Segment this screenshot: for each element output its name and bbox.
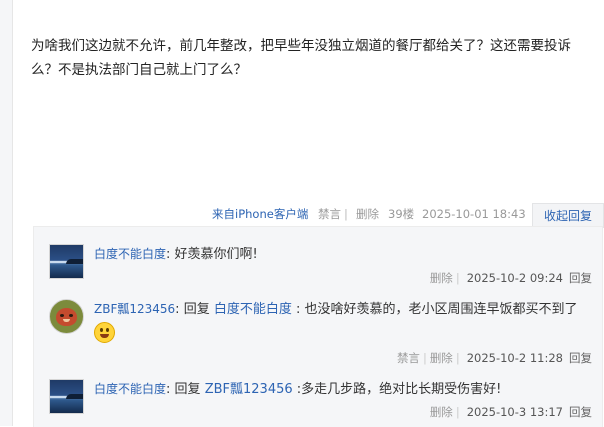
reply-username[interactable]: 白度不能白度	[94, 382, 166, 396]
delete-link[interactable]: 删除	[430, 405, 453, 419]
reply-button[interactable]: 回复	[569, 405, 592, 419]
reply-meta: 删除 | 2025-10-3 13:17 回复	[429, 405, 592, 419]
reply-time: 2025-10-3 13:17	[466, 405, 563, 419]
reply-time: 2025-10-2 09:24	[466, 271, 563, 285]
reply-target-username[interactable]: ZBF瓢123456	[205, 382, 293, 397]
reply-target-username[interactable]: 白度不能白度	[214, 302, 292, 317]
collapse-reply-button[interactable]: 收起回复	[532, 203, 604, 228]
separator: |	[344, 207, 348, 221]
delete-link[interactable]: 删除	[430, 351, 453, 365]
left-sidebar-strip	[0, 0, 13, 426]
reply-text: 白度不能白度: 回复 ZBF瓢123456 :多走几步路，绝对比长期受伤害好!	[94, 382, 502, 397]
reply-content: :多走几步路，绝对比长期受伤害好!	[296, 382, 502, 397]
reply-time: 2025-10-2 11:28	[466, 351, 563, 365]
floor-number: 39楼	[388, 207, 415, 221]
reply-meta: 删除 | 2025-10-2 09:24 回复	[429, 271, 592, 285]
reply-username[interactable]: ZBF瓢123456	[94, 302, 175, 316]
reply-word: 回复	[183, 302, 210, 317]
avatar[interactable]	[49, 244, 84, 279]
delete-link[interactable]: 删除	[430, 271, 453, 285]
post-time: 2025-10-01 18:43	[422, 207, 526, 221]
reply-button[interactable]: 回复	[569, 351, 592, 365]
reply-username[interactable]: 白度不能白度	[94, 247, 166, 261]
pig-avatar	[56, 308, 77, 326]
ban-link[interactable]: 禁言	[318, 204, 341, 224]
reply-word: 回复	[174, 382, 201, 397]
post-content: 为啥我们这边就不允许，前几年整改，把早些年没独立烟道的餐厅都给关了？这还需要投诉…	[31, 38, 571, 78]
reply-text: 白度不能白度: 好羡慕你们啊!	[94, 247, 258, 262]
reply-list: 白度不能白度: 好羡慕你们啊! 删除 | 2025-10-2 09:24 回复 ZBF…	[33, 226, 603, 427]
delete-link[interactable]: 删除	[356, 204, 379, 224]
post-tail: 来自iPhone客户端 禁言 | 删除 39楼 2025-10-01 18:43	[180, 204, 592, 224]
grin-emoji-icon	[94, 322, 115, 343]
avatar[interactable]	[49, 379, 84, 414]
reply-button[interactable]: 回复	[569, 271, 592, 285]
reply-content: 好羡慕你们啊!	[174, 247, 258, 262]
avatar[interactable]	[49, 299, 84, 334]
ban-link[interactable]: 禁言	[397, 351, 420, 365]
reply-content: : 也没啥好羡慕的，老小区周围连早饭都买不到了	[296, 302, 578, 317]
client-source-link[interactable]: 来自iPhone客户端	[212, 204, 308, 224]
reply-meta: 禁言 | 删除 | 2025-10-2 11:28 回复	[396, 351, 592, 365]
reply-text: ZBF瓢123456: 回复 白度不能白度 : 也没啥好羡慕的，老小区周围连早饭…	[94, 297, 594, 348]
